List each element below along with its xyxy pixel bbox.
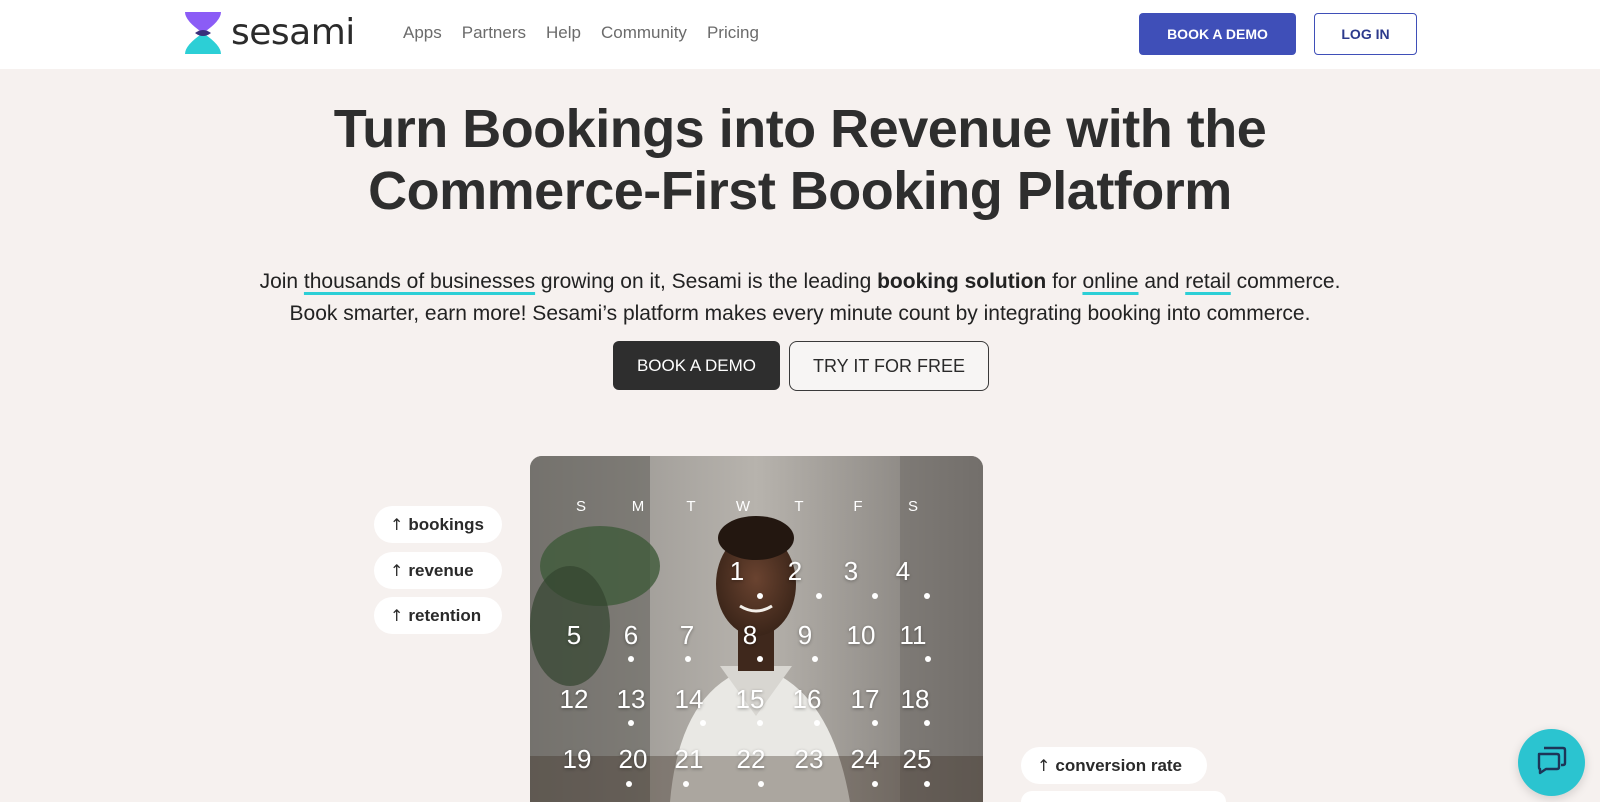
calendar-day[interactable]: 10 — [839, 620, 883, 651]
booking-dot — [628, 656, 634, 662]
subtitle-text: and — [1138, 270, 1186, 293]
calendar-day[interactable]: 22 — [729, 744, 773, 775]
arrow-up-icon: ↑ — [390, 561, 404, 580]
nav-community[interactable]: Community — [601, 22, 687, 44]
pill-bookings: ↑ bookings — [374, 506, 502, 543]
booking-dot — [872, 720, 878, 726]
site-header: sesami Apps Partners Help Community Pric… — [0, 0, 1600, 69]
pill-retention: ↑ retention — [374, 597, 502, 634]
booking-dot — [925, 656, 931, 662]
chat-bubble-icon — [1536, 745, 1568, 780]
calendar-day[interactable]: 2 — [773, 556, 817, 587]
calendar-day[interactable]: 14 — [667, 684, 711, 715]
calendar-day[interactable]: 20 — [611, 744, 655, 775]
hero-title-line1: Turn Bookings into Revenue with the — [333, 99, 1267, 159]
pill-revenue: ↑ revenue — [374, 552, 502, 589]
hero-photo: S M T W T F S 1 2 3 4 5 6 7 8 9 10 11 12… — [530, 456, 983, 802]
calendar-day[interactable]: 25 — [895, 744, 939, 775]
subtitle-text: Join — [259, 270, 304, 293]
booking-dot — [700, 720, 706, 726]
calendar-day[interactable]: 16 — [785, 684, 829, 715]
booking-dot — [757, 720, 763, 726]
logo-text: sesami — [231, 12, 355, 53]
booking-dot — [757, 593, 763, 599]
booking-dot — [872, 781, 878, 787]
booking-dot — [685, 656, 691, 662]
sesami-logo-icon — [183, 11, 223, 55]
nav-apps[interactable]: Apps — [403, 22, 442, 44]
calendar-overlay: S M T W T F S 1 2 3 4 5 6 7 8 9 10 11 12… — [530, 456, 983, 802]
arrow-up-icon: ↑ — [390, 515, 404, 534]
subtitle-text: commerce. — [1230, 270, 1341, 293]
nav-pricing[interactable]: Pricing — [707, 22, 759, 44]
calendar-day[interactable]: 9 — [783, 620, 827, 651]
try-free-button[interactable]: TRY IT FOR FREE — [789, 341, 989, 391]
calendar-day[interactable]: 1 — [715, 556, 759, 587]
header-book-demo-button[interactable]: BOOK A DEMO — [1139, 13, 1296, 55]
pill-label: retention — [408, 605, 482, 625]
hero-subtitle: Join thousands of businesses growing on … — [0, 266, 1600, 330]
subtitle-text: for — [1046, 270, 1083, 293]
booking-dot — [758, 781, 764, 787]
chat-button[interactable] — [1518, 729, 1585, 796]
calendar-day[interactable]: 19 — [555, 744, 599, 775]
day-of-week-label: S — [907, 498, 918, 515]
calendar-day[interactable]: 18 — [893, 684, 937, 715]
calendar-day[interactable]: 12 — [552, 684, 596, 715]
calendar-day[interactable]: 4 — [881, 556, 925, 587]
booking-dot — [924, 781, 930, 787]
day-of-week-label: S — [575, 498, 586, 515]
calendar-day[interactable]: 8 — [728, 620, 772, 651]
subtitle-bold: booking solution — [877, 270, 1047, 293]
calendar-day[interactable]: 6 — [609, 620, 653, 651]
arrow-up-icon: ↑ — [1037, 756, 1051, 775]
retail-link[interactable]: retail — [1185, 270, 1231, 293]
logo[interactable]: sesami — [183, 11, 355, 55]
hero-title: Turn Bookings into Revenue with the Comm… — [0, 98, 1600, 222]
booking-dot — [628, 720, 634, 726]
booking-dot — [757, 656, 763, 662]
calendar-day[interactable]: 24 — [843, 744, 887, 775]
calendar-day[interactable]: 7 — [665, 620, 709, 651]
booking-dot — [816, 593, 822, 599]
pill-label: bookings — [408, 514, 484, 534]
calendar-day[interactable]: 21 — [667, 744, 711, 775]
calendar-day[interactable]: 13 — [609, 684, 653, 715]
booking-dot — [683, 781, 689, 787]
nav-partners[interactable]: Partners — [462, 22, 526, 44]
day-of-week-label: F — [853, 498, 863, 515]
online-link[interactable]: online — [1082, 270, 1138, 293]
thousands-link[interactable]: thousands of businesses — [304, 270, 535, 293]
pill-label: conversion rate — [1055, 755, 1183, 775]
booking-dot — [924, 720, 930, 726]
pill-partial — [1021, 791, 1226, 802]
login-button[interactable]: LOG IN — [1314, 13, 1417, 55]
hero-title-line2: Commerce-First Booking Platform — [368, 161, 1232, 221]
calendar-day[interactable]: 11 — [891, 620, 935, 651]
pill-label: revenue — [408, 560, 474, 580]
calendar-day[interactable]: 17 — [843, 684, 887, 715]
booking-dot — [872, 593, 878, 599]
day-of-week-label: T — [686, 498, 696, 515]
day-of-week-label: T — [794, 498, 804, 515]
booking-dot — [812, 656, 818, 662]
subtitle-line2: Book smarter, earn more! Sesami’s platfo… — [289, 302, 1311, 325]
calendar-day[interactable]: 5 — [552, 620, 596, 651]
pill-conversion-rate: ↑ conversion rate — [1021, 747, 1207, 784]
booking-dot — [924, 593, 930, 599]
subtitle-text: growing on it, Sesami is the leading — [535, 270, 878, 293]
calendar-day[interactable]: 15 — [728, 684, 772, 715]
booking-dot — [626, 781, 632, 787]
hero-book-demo-button[interactable]: BOOK A DEMO — [613, 341, 780, 390]
booking-dot — [814, 720, 820, 726]
day-of-week-label: W — [735, 498, 751, 515]
arrow-up-icon: ↑ — [390, 606, 404, 625]
nav-help[interactable]: Help — [546, 22, 581, 44]
main-nav: Apps Partners Help Community Pricing — [403, 22, 759, 44]
calendar-day[interactable]: 3 — [829, 556, 873, 587]
calendar-day[interactable]: 23 — [787, 744, 831, 775]
day-of-week-label: M — [631, 498, 645, 515]
